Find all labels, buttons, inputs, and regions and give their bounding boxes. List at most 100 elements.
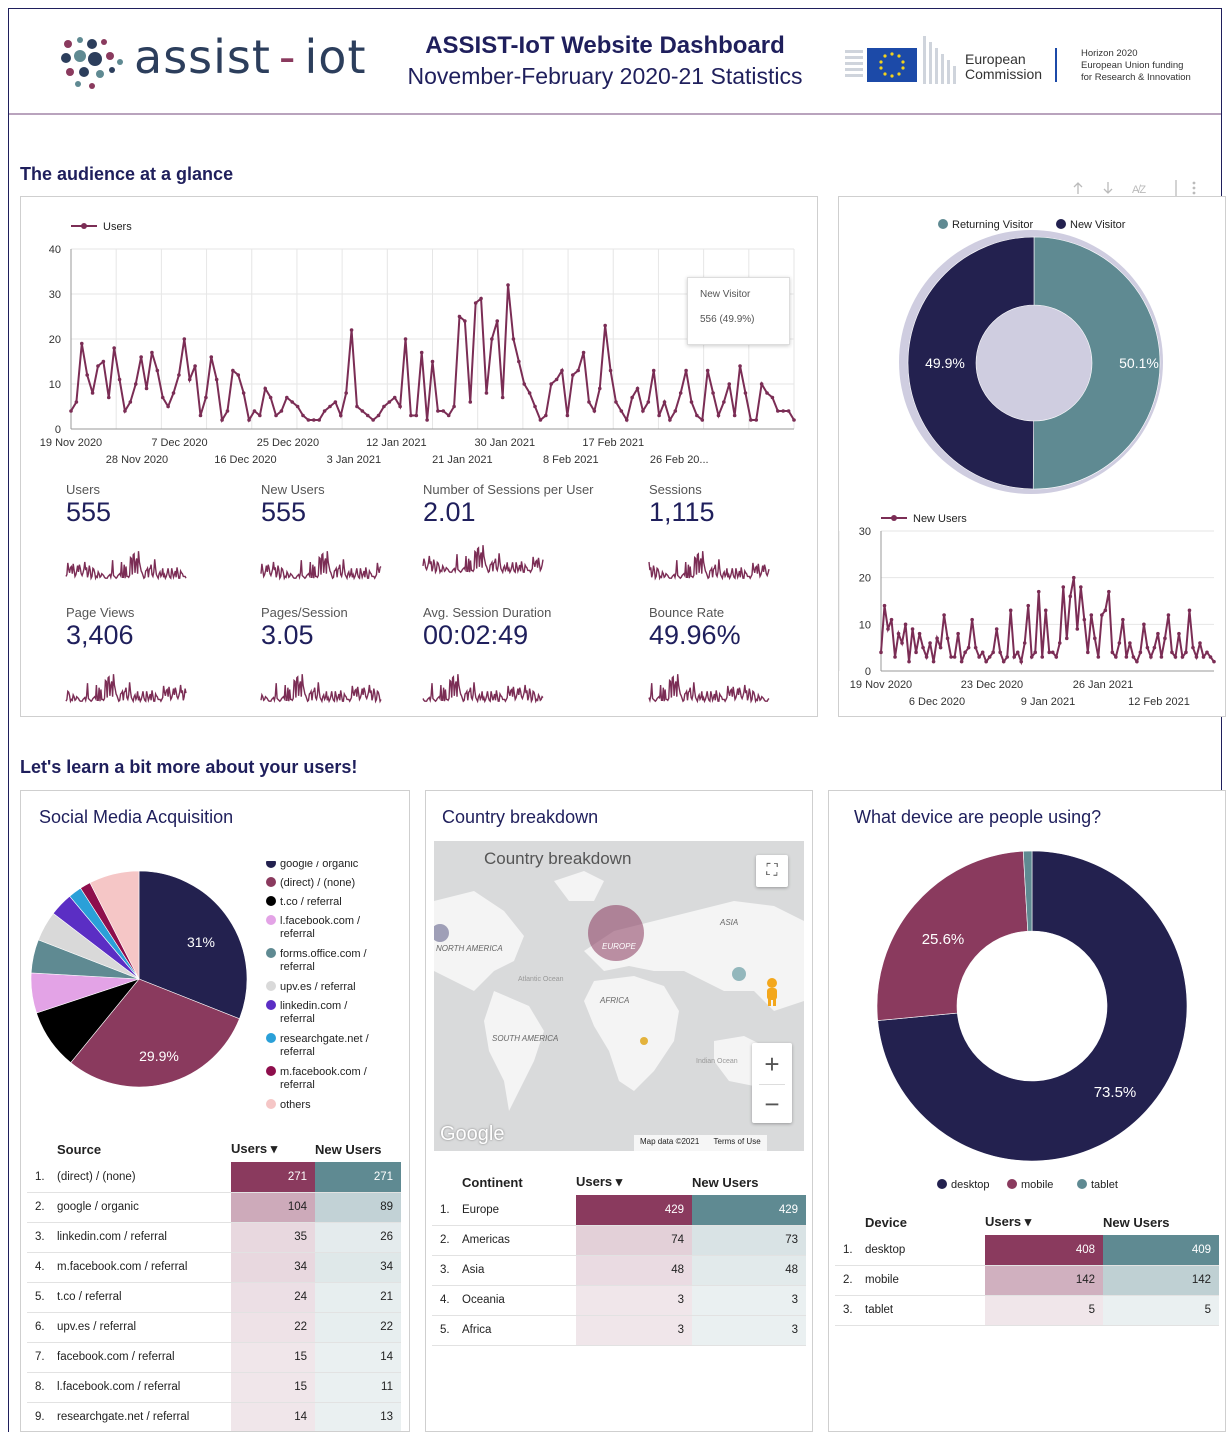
- new-users-chart-point[interactable]: [1205, 650, 1209, 655]
- social-table-row[interactable]: 9. researchgate.net / referral 14 13: [27, 1402, 401, 1431]
- new-users-chart-point[interactable]: [1012, 655, 1016, 659]
- new-users-chart-point[interactable]: [1177, 631, 1181, 636]
- new-users-chart-point[interactable]: [1015, 650, 1020, 655]
- users-chart-point[interactable]: [425, 418, 429, 422]
- users-chart-point[interactable]: [684, 368, 688, 373]
- social-table-row[interactable]: 5. t.co / referral 24 21: [27, 1282, 401, 1313]
- users-chart-point[interactable]: [587, 400, 591, 404]
- users-chart-point[interactable]: [436, 409, 440, 413]
- country-col-new-users[interactable]: New Users: [692, 1169, 806, 1195]
- users-chart-point[interactable]: [355, 404, 359, 409]
- users-chart-point[interactable]: [544, 413, 548, 418]
- sort-az-icon[interactable]: A̸Z: [1132, 184, 1146, 196]
- social-table-row[interactable]: 8. l.facebook.com / referral 15 11: [27, 1372, 401, 1403]
- new-users-chart-point[interactable]: [1019, 659, 1024, 664]
- users-chart-point[interactable]: [484, 391, 489, 395]
- users-chart-point[interactable]: [597, 386, 602, 391]
- new-users-chart-point[interactable]: [1128, 641, 1132, 645]
- users-chart-point[interactable]: [446, 413, 451, 418]
- users-chart-point[interactable]: [360, 409, 365, 413]
- asia-bubble[interactable]: [732, 967, 746, 981]
- users-chart-point[interactable]: [759, 382, 764, 386]
- new-users-chart-point[interactable]: [1022, 641, 1027, 645]
- fullscreen-icon[interactable]: ⛶: [756, 855, 788, 887]
- users-chart-point[interactable]: [209, 355, 214, 359]
- users-chart-point[interactable]: [792, 418, 796, 422]
- users-chart-point[interactable]: [565, 413, 570, 418]
- users-chart-point[interactable]: [603, 323, 607, 328]
- users-chart-point[interactable]: [506, 283, 510, 287]
- terms-of-use-link[interactable]: Terms of Use: [714, 1137, 761, 1146]
- users-chart-point[interactable]: [441, 409, 446, 413]
- new-users-chart-point[interactable]: [1001, 659, 1006, 664]
- users-chart-point[interactable]: [182, 337, 187, 341]
- users-chart-point[interactable]: [198, 413, 203, 418]
- new-users-chart-point[interactable]: [1005, 655, 1009, 659]
- new-users-chart-point[interactable]: [1050, 650, 1055, 655]
- new-users-chart-point[interactable]: [1156, 631, 1160, 636]
- users-chart-point[interactable]: [554, 377, 559, 382]
- new-users-chart-point[interactable]: [1110, 650, 1115, 655]
- users-chart-point[interactable]: [328, 404, 332, 409]
- social-table-row[interactable]: 6. upv.es / referral 22 22: [27, 1312, 401, 1343]
- new-users-chart-point[interactable]: [900, 641, 904, 645]
- new-users-chart-point[interactable]: [1047, 650, 1052, 655]
- new-users-chart-point[interactable]: [949, 655, 953, 659]
- new-users-chart-point[interactable]: [1093, 636, 1097, 641]
- users-chart-point[interactable]: [101, 359, 106, 364]
- users-chart-point[interactable]: [511, 337, 516, 341]
- users-chart-point[interactable]: [711, 391, 715, 395]
- country-table-row[interactable]: 1. Europe 429 429: [432, 1195, 806, 1226]
- users-chart-point[interactable]: [333, 400, 338, 404]
- users-chart-point[interactable]: [419, 350, 424, 355]
- users-chart-point[interactable]: [700, 418, 705, 422]
- users-chart-point[interactable]: [274, 413, 278, 418]
- new-users-chart-point[interactable]: [987, 655, 992, 659]
- street-view-pegman-icon[interactable]: [756, 973, 788, 1011]
- users-chart-point[interactable]: [754, 418, 759, 422]
- new-users-chart-point[interactable]: [1036, 589, 1041, 594]
- users-chart-point[interactable]: [344, 391, 348, 395]
- users-chart-point[interactable]: [322, 409, 327, 413]
- social-col-source[interactable]: Source: [57, 1136, 231, 1162]
- new-users-chart-point[interactable]: [903, 622, 908, 627]
- users-chart-point[interactable]: [522, 382, 527, 386]
- users-chart-point[interactable]: [770, 395, 775, 400]
- users-chart-point[interactable]: [220, 418, 224, 422]
- new-users-chart-point[interactable]: [959, 659, 964, 664]
- new-users-chart-point[interactable]: [882, 603, 887, 608]
- users-chart-point[interactable]: [241, 391, 246, 395]
- new-users-chart-point[interactable]: [956, 631, 960, 636]
- users-chart-point[interactable]: [430, 359, 435, 364]
- users-chart-point[interactable]: [290, 400, 295, 404]
- users-chart-point[interactable]: [187, 377, 192, 382]
- world-map[interactable]: EUROPE ASIA AFRICA SOUTH AMERICA NORTH A…: [434, 841, 804, 1151]
- new-users-chart-point[interactable]: [1103, 608, 1108, 613]
- zoom-in-icon[interactable]: +: [764, 1044, 779, 1084]
- users-chart-point[interactable]: [414, 413, 419, 418]
- users-chart-point[interactable]: [295, 404, 300, 409]
- new-users-chart-point[interactable]: [886, 627, 890, 631]
- users-chart-point[interactable]: [79, 341, 84, 346]
- visitor-donut-chart[interactable]: 50.1% 49.9% Returning Visitor New Visitor: [839, 197, 1226, 507]
- country-table-row[interactable]: 3. Asia 48 48: [432, 1255, 806, 1286]
- users-chart-point[interactable]: [155, 368, 160, 373]
- new-users-chart-point[interactable]: [1121, 617, 1125, 622]
- new-users-chart-point[interactable]: [1173, 655, 1178, 659]
- new-users-chart-point[interactable]: [966, 645, 971, 650]
- new-users-chart-point[interactable]: [924, 655, 929, 659]
- new-users-chart-point[interactable]: [1100, 613, 1104, 617]
- new-users-chart-point[interactable]: [1170, 650, 1174, 655]
- new-users-chart-point[interactable]: [1096, 655, 1101, 659]
- users-chart-point[interactable]: [150, 350, 154, 355]
- users-chart-point[interactable]: [749, 418, 753, 422]
- new-users-chart-point[interactable]: [1135, 659, 1139, 664]
- users-chart-point[interactable]: [560, 368, 564, 373]
- new-users-chart-point[interactable]: [910, 627, 915, 631]
- users-chart-point[interactable]: [171, 391, 176, 395]
- new-users-chart-point[interactable]: [1149, 655, 1153, 659]
- new-users-chart-point[interactable]: [1114, 655, 1118, 659]
- users-chart-point[interactable]: [349, 328, 354, 332]
- users-chart-point[interactable]: [527, 391, 532, 395]
- social-table-row[interactable]: 7. facebook.com / referral 15 14: [27, 1342, 401, 1373]
